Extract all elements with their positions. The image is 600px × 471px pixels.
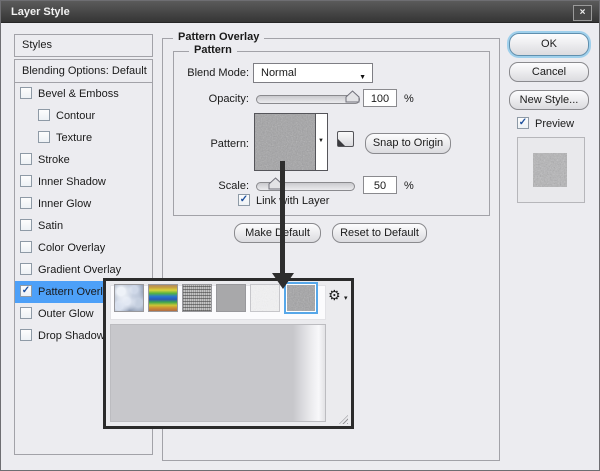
light-noise-image: [251, 285, 280, 312]
snap-to-origin-button[interactable]: Snap to Origin: [365, 133, 451, 154]
checkbox-contour[interactable]: [38, 109, 50, 121]
opacity-label: Opacity:: [159, 93, 249, 105]
scale-label: Scale:: [159, 180, 249, 192]
checkbox-bevel-emboss[interactable]: [20, 87, 32, 99]
link-with-layer-label: Link with Layer: [256, 195, 329, 207]
checkbox-outer-glow[interactable]: [20, 307, 32, 319]
pattern-swatch[interactable]: [255, 114, 315, 170]
checkbox-pattern-overlay[interactable]: ✓: [20, 285, 32, 297]
gear-icon[interactable]: ⚙: [328, 288, 341, 304]
gray-noise-image: [287, 285, 316, 312]
preview-thumbnail: [517, 137, 585, 203]
pattern-group-title: Pattern: [189, 44, 237, 56]
sidebar-item-bevel-emboss[interactable]: Bevel & Emboss: [15, 83, 152, 105]
styles-header: Styles: [14, 34, 153, 57]
pattern-thumb-bubbles[interactable]: [114, 284, 144, 312]
chevron-down-icon: ▼: [318, 138, 324, 144]
preview-noise-image: [533, 153, 567, 187]
gear-menu-arrow-icon: ▾: [344, 294, 348, 302]
layer-style-dialog: Layer Style × Styles Blending Options: D…: [0, 0, 600, 471]
title-bar[interactable]: Layer Style ×: [1, 1, 599, 23]
scale-unit: %: [404, 180, 414, 192]
checkbox-color-overlay[interactable]: [20, 241, 32, 253]
sidebar-item-color-overlay[interactable]: Color Overlay: [15, 237, 152, 259]
sidebar-item-inner-glow[interactable]: Inner Glow: [15, 193, 152, 215]
new-style-button[interactable]: New Style...: [509, 90, 589, 110]
opacity-input[interactable]: 100: [363, 89, 397, 107]
blend-mode-label: Blend Mode:: [159, 67, 249, 79]
cancel-button[interactable]: Cancel: [509, 62, 589, 82]
checkbox-inner-shadow[interactable]: [20, 175, 32, 187]
blend-mode-select[interactable]: Normal ▼: [253, 63, 373, 83]
chevron-down-icon: ▼: [359, 69, 366, 87]
checkbox-satin[interactable]: [20, 219, 32, 231]
pattern-picker-empty-area: [110, 324, 326, 422]
sidebar-item-blending-options[interactable]: Blending Options: Default: [15, 60, 152, 83]
checkbox-drop-shadow[interactable]: [20, 329, 32, 341]
ok-button[interactable]: OK: [509, 33, 589, 56]
scale-input[interactable]: 50: [363, 176, 397, 194]
annotation-arrow-head-icon: [272, 273, 294, 289]
sidebar-item-stroke[interactable]: Stroke: [15, 149, 152, 171]
link-with-layer-checkbox[interactable]: ✓: [238, 194, 250, 206]
resize-grip[interactable]: [339, 415, 348, 424]
dialog-title: Layer Style: [11, 6, 70, 18]
checkbox-texture[interactable]: [38, 131, 50, 143]
sidebar-item-contour[interactable]: Contour: [15, 105, 152, 127]
new-pattern-preset-icon[interactable]: [337, 131, 354, 147]
preview-label: Preview: [535, 118, 574, 130]
checkbox-gradient-overlay[interactable]: [20, 263, 32, 275]
sidebar-item-satin[interactable]: Satin: [15, 215, 152, 237]
annotation-arrow-shaft: [280, 161, 285, 274]
pattern-label: Pattern:: [159, 138, 249, 150]
pattern-thumb-gray[interactable]: [216, 284, 246, 312]
reset-to-default-button[interactable]: Reset to Default: [332, 223, 427, 243]
close-icon[interactable]: ×: [573, 5, 592, 21]
pattern-thumb-tie-dye[interactable]: [148, 284, 178, 312]
pattern-picker-popup: ⚙ ▾: [103, 278, 354, 429]
opacity-unit: %: [404, 93, 414, 105]
pattern-picker-toggle[interactable]: ▼: [315, 114, 327, 170]
sidebar-item-texture[interactable]: Texture: [15, 127, 152, 149]
pattern-swatch-control[interactable]: ▼: [254, 113, 328, 171]
sidebar-item-inner-shadow[interactable]: Inner Shadow: [15, 171, 152, 193]
preview-checkbox[interactable]: ✓: [517, 117, 529, 129]
checkbox-inner-glow[interactable]: [20, 197, 32, 209]
pattern-noise-swatch: [255, 114, 315, 170]
styles-header-label: Styles: [22, 39, 52, 51]
checkbox-stroke[interactable]: [20, 153, 32, 165]
opacity-slider-thumb[interactable]: [345, 90, 360, 103]
pattern-thumb-woven[interactable]: [182, 284, 212, 312]
pattern-overlay-group-title: Pattern Overlay: [173, 31, 264, 43]
make-default-button[interactable]: Make Default: [234, 223, 321, 243]
